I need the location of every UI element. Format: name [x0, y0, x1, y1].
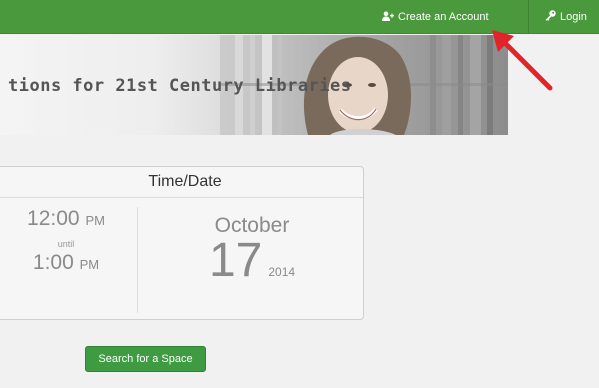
red-arrow-annotation	[492, 30, 553, 91]
panel-title: Time/Date	[0, 167, 363, 198]
start-time: 12:00 PM	[0, 207, 137, 231]
login-label: Login	[560, 11, 587, 23]
key-icon	[545, 10, 556, 24]
add-user-icon	[382, 11, 394, 24]
create-account-link[interactable]: Create an Account	[382, 0, 489, 34]
banner-title: tions for 21st Century Libraries	[8, 76, 352, 96]
date-day: 17	[208, 234, 263, 287]
date-year: 2014	[268, 265, 296, 279]
start-time-value: 12:00	[27, 207, 80, 230]
search-space-button[interactable]: Search for a Space	[85, 346, 206, 372]
start-time-ampm: PM	[85, 213, 105, 228]
end-time-ampm: PM	[79, 257, 100, 272]
until-label: until	[57, 239, 75, 249]
date-column: October 17 2014	[145, 199, 359, 321]
banner-image: tions for 21st Century Libraries	[0, 35, 508, 135]
end-time-value: 1:00	[32, 251, 74, 274]
date-day-row: 17 2014	[145, 233, 359, 289]
end-time: 1:00 PM	[0, 251, 137, 275]
column-separator	[137, 207, 138, 313]
time-column: 12:00 PM until 1:00 PM	[0, 199, 137, 321]
create-account-label: Create an Account	[398, 11, 489, 23]
page: Create an Account Login tions for 21st C…	[0, 0, 599, 388]
time-date-panel: Time/Date 12:00 PM until 1:00 PM October…	[0, 166, 364, 320]
